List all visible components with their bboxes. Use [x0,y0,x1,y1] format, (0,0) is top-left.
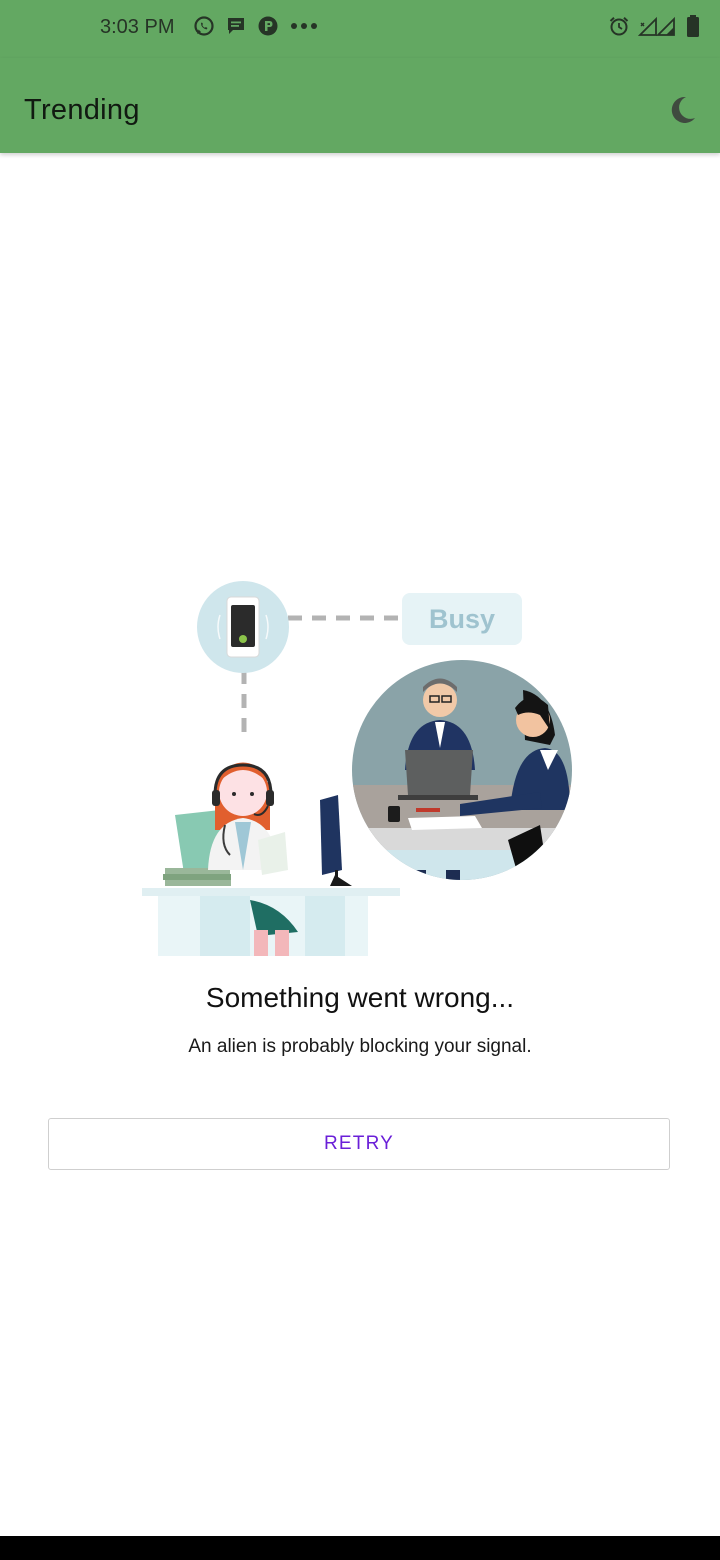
dark-mode-toggle-button[interactable] [660,90,704,134]
more-dots-icon [289,15,319,42]
system-navigation-bar [0,1536,720,1560]
busy-label: Busy [429,604,495,634]
whatsapp-icon [193,15,215,42]
signal-icon [637,15,678,42]
moon-icon [666,94,698,131]
status-icons-left [193,15,319,42]
screen: 3:03 PM Trending Busy Something went wro… [0,0,720,1560]
retry-button[interactable]: RETRY [48,1118,670,1170]
error-subtitle: An alien is probably blocking your signa… [188,1036,532,1057]
retry-label: RETRY [323,1133,395,1154]
status-time: 3:03 PM [100,16,175,38]
message-icon [225,15,247,42]
app-badge-icon [257,15,279,42]
alarm-icon [608,15,630,42]
app-bar: Trending [0,58,720,153]
page-title: Trending [24,94,140,126]
status-bar: 3:03 PM [0,0,720,58]
battery-icon [686,14,700,43]
error-title: Something went wrong... [205,982,515,1013]
status-icons-right [608,14,700,43]
error-illustration: Busy [130,570,590,970]
